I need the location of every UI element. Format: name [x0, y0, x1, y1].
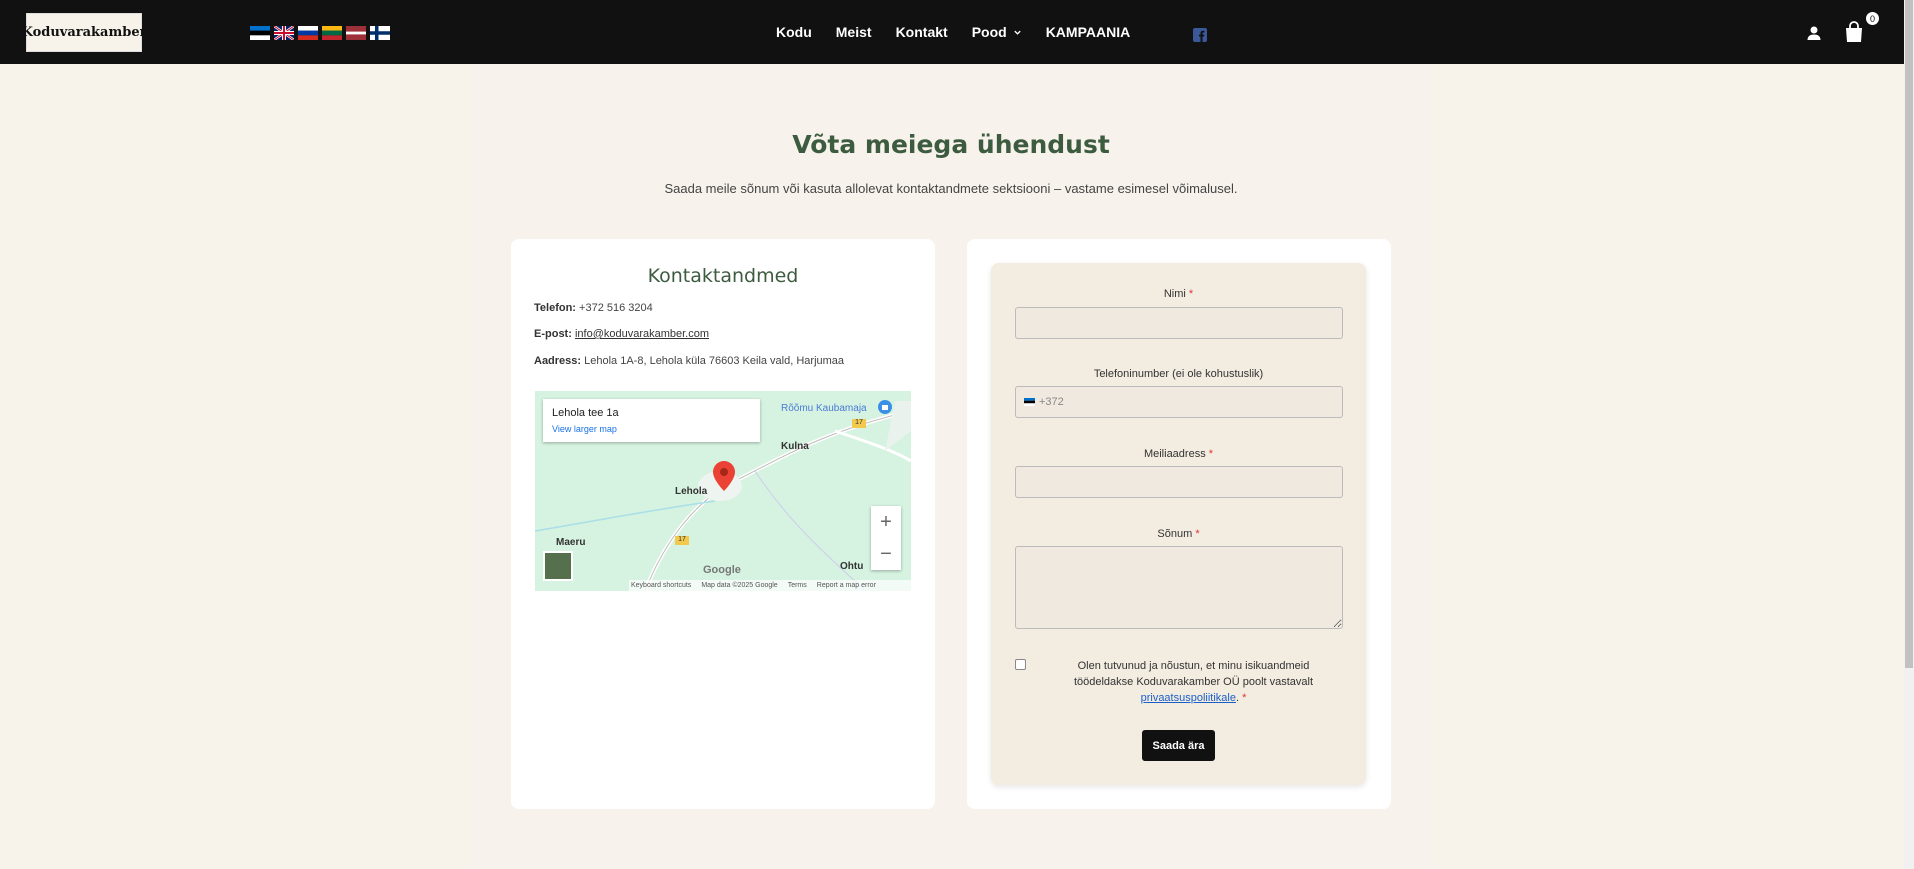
page-title: Võta meiega ühendust — [792, 130, 1110, 159]
map-footer: Keyboard shortcuts Map data ©2025 Google… — [629, 580, 911, 591]
required-mark: * — [1242, 692, 1247, 704]
cart-count-badge: 0 — [1865, 11, 1880, 26]
page-scrollbar[interactable] — [1904, 0, 1914, 869]
estonia-flag-icon[interactable] — [1024, 398, 1035, 406]
privacy-policy-link[interactable]: privaatsuspoliitikale — [1141, 692, 1236, 704]
shopping-bag-icon[interactable] — [1842, 20, 1866, 44]
shopping-pin-icon — [878, 400, 892, 414]
message-label-text: Sõnum — [1157, 528, 1193, 540]
phone-value: +372 516 3204 — [579, 302, 653, 314]
contact-email: E-post: info@koduvarakamber.com — [534, 328, 709, 340]
facebook-icon[interactable] — [1192, 27, 1208, 43]
language-switcher — [250, 26, 390, 40]
map-satellite-toggle[interactable] — [543, 551, 573, 581]
phone-input[interactable]: +372 — [1015, 386, 1343, 418]
nav-kodu[interactable]: Kodu — [776, 24, 812, 40]
site-logo[interactable]: Koduvarakamber — [22, 13, 146, 52]
contact-form: Nimi * Telefoninumber (ei ole kohustusli… — [991, 263, 1366, 785]
email-link[interactable]: info@koduvarakamber.com — [575, 328, 709, 340]
map-place-box: Lehola tee 1a View larger map — [543, 399, 760, 442]
keyboard-shortcuts-link[interactable]: Keyboard shortcuts — [631, 582, 691, 589]
nav-pood[interactable]: Pood — [972, 24, 1022, 40]
phone-label: Telefon: — [534, 302, 576, 314]
email-label-text: Meiliaadress — [1143, 448, 1206, 460]
name-label: Nimi * — [991, 288, 1366, 300]
map-zoom-controls: + − — [871, 506, 901, 570]
map-terms-link[interactable]: Terms — [788, 582, 807, 589]
zoom-in-icon[interactable]: + — [871, 506, 901, 538]
nav-pood-label: Pood — [971, 24, 1007, 40]
map-label-maeru: Maeru — [556, 537, 586, 548]
map-label-kulna: Kulna — [781, 441, 809, 452]
map-marker-icon[interactable] — [713, 461, 735, 491]
page-subtitle: Saada meile sõnum või kasuta allolevat k… — [664, 181, 1238, 196]
submit-button[interactable]: Saada ära — [1142, 730, 1215, 761]
chevron-down-icon — [1014, 30, 1021, 35]
email-label: E-post: — [534, 328, 572, 340]
estonia-flag-icon[interactable] — [250, 26, 270, 40]
map-data-credit: Map data ©2025 Google — [701, 582, 778, 589]
consent-checkbox[interactable] — [1015, 659, 1026, 670]
zoom-out-icon[interactable]: − — [871, 538, 901, 570]
consent-text: Olen tutvunud ja nõustun, et minu isikua… — [1051, 658, 1336, 706]
latvia-flag-icon[interactable] — [346, 26, 366, 40]
map-label-lehola: Lehola — [675, 486, 708, 497]
road-badge: 17 — [675, 536, 689, 545]
contact-heading: Kontaktandmed — [647, 265, 799, 287]
map-label-kaubamaja: Rõõmu Kaubamaja — [781, 403, 867, 414]
site-header: Koduvarakamber Kodu Meist Kontakt Pood K… — [0, 0, 1904, 64]
message-textarea[interactable] — [1015, 546, 1343, 629]
finland-flag-icon[interactable] — [370, 26, 390, 40]
report-map-error-link[interactable]: Report a map error — [817, 582, 876, 589]
consent-body: Olen tutvunud ja nõustun, et minu isikua… — [1073, 660, 1314, 688]
contact-phone: Telefon: +372 516 3204 — [534, 302, 653, 314]
nav-kontakt[interactable]: Kontakt — [896, 24, 948, 40]
road-badge: 17 — [852, 419, 866, 428]
google-logo: Google — [703, 564, 741, 576]
email-input[interactable] — [1015, 466, 1343, 498]
nav-meist[interactable]: Meist — [836, 24, 872, 40]
name-input[interactable] — [1015, 307, 1343, 339]
phone-label: Telefoninumber (ei ole kohustuslik) — [1093, 368, 1264, 380]
address-value: Lehola 1A-8, Lehola küla 76603 Keila val… — [584, 355, 845, 367]
required-mark: * — [1188, 288, 1194, 300]
phone-prefix: +372 — [1039, 396, 1064, 408]
scrollbar-thumb[interactable] — [1905, 0, 1913, 668]
map-label-ohtu: Ohtu — [840, 561, 864, 572]
embedded-map[interactable]: Lehola tee 1a View larger map Rõõmu Kaub… — [535, 391, 911, 591]
view-larger-map-link[interactable]: View larger map — [552, 424, 617, 434]
nav-kampaania[interactable]: KAMPAANIA — [1046, 24, 1131, 40]
uk-flag-icon[interactable] — [274, 26, 294, 40]
address-label: Aadress: — [534, 355, 582, 367]
lithuania-flag-icon[interactable] — [322, 26, 342, 40]
name-label-text: Nimi — [1163, 288, 1186, 300]
main-nav: Kodu Meist Kontakt Pood KAMPAANIA — [776, 0, 1154, 64]
required-mark: * — [1208, 448, 1214, 460]
russia-flag-icon[interactable] — [298, 26, 318, 40]
user-account-icon[interactable] — [1806, 25, 1822, 41]
consent-end: . — [1235, 692, 1240, 704]
message-label: Sõnum * — [991, 528, 1366, 540]
required-mark: * — [1195, 528, 1200, 540]
contact-address: Aadress: Lehola 1A-8, Lehola küla 76603 … — [534, 355, 844, 367]
map-place-name: Lehola tee 1a — [552, 407, 619, 419]
email-label: Meiliaadress * — [991, 448, 1366, 460]
